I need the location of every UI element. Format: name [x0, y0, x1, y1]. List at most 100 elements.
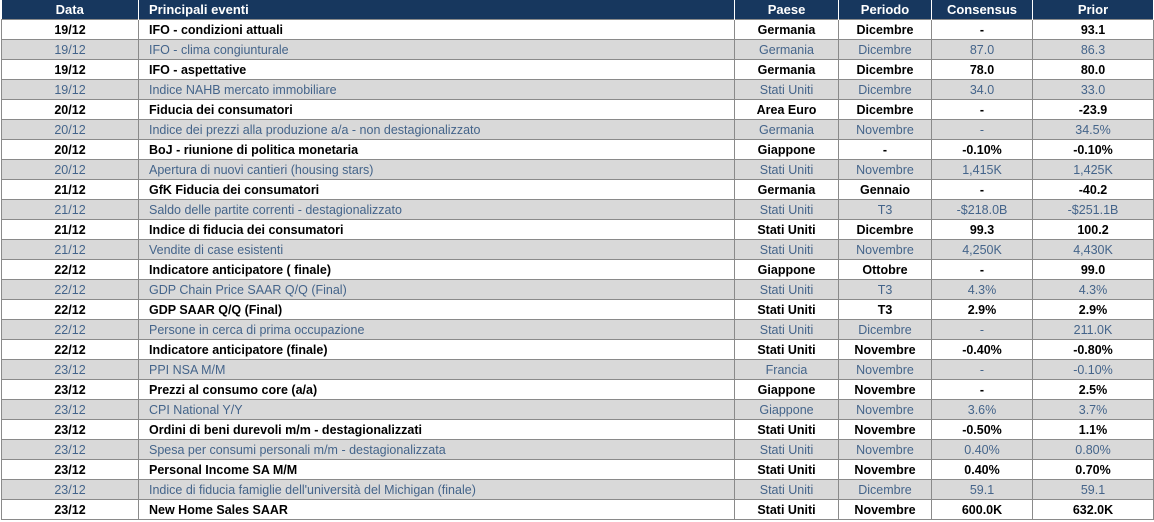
header-country: Paese — [734, 0, 839, 20]
cell-date: 23/12 — [1, 479, 139, 500]
cell-event: Prezzi al consumo core (a/a) — [138, 379, 735, 400]
table-row: 22/12 GDP Chain Price SAAR Q/Q (Final) Sta… — [1, 279, 1154, 300]
cell-prior: 93.1 — [1032, 19, 1154, 40]
cell-prior: 0.70% — [1032, 459, 1154, 480]
cell-date: 21/12 — [1, 179, 139, 200]
cell-prior: -23.9 — [1032, 99, 1154, 120]
cell-date: 20/12 — [1, 139, 139, 160]
cell-event: Apertura di nuovi cantieri (housing star… — [138, 159, 735, 180]
cell-country: Stati Uniti — [734, 279, 839, 300]
cell-country: Stati Uniti — [734, 439, 839, 460]
cell-event: Indicatore anticipatore (finale) — [138, 339, 735, 360]
cell-consensus: -0.10% — [931, 139, 1033, 160]
cell-consensus: 78.0 — [931, 59, 1033, 80]
cell-country: Germania — [734, 119, 839, 140]
cell-period: Ottobre — [838, 259, 932, 280]
cell-period: - — [838, 139, 932, 160]
cell-prior: -0.10% — [1032, 139, 1154, 160]
cell-date: 21/12 — [1, 219, 139, 240]
cell-period: Dicembre — [838, 79, 932, 100]
cell-date: 21/12 — [1, 239, 139, 260]
cell-date: 23/12 — [1, 439, 139, 460]
cell-date: 19/12 — [1, 19, 139, 40]
cell-consensus: - — [931, 379, 1033, 400]
cell-consensus: 59.1 — [931, 479, 1033, 500]
cell-period: Novembre — [838, 239, 932, 260]
cell-prior: -$251.1B — [1032, 199, 1154, 220]
cell-consensus: 99.3 — [931, 219, 1033, 240]
cell-period: Dicembre — [838, 39, 932, 60]
cell-country: Stati Uniti — [734, 219, 839, 240]
cell-period: Dicembre — [838, 219, 932, 240]
economic-calendar-table: Data Principali eventi Paese Periodo Con… — [1, 0, 1154, 520]
cell-period: T3 — [838, 299, 932, 320]
cell-event: Indicatore anticipatore ( finale) — [138, 259, 735, 280]
cell-country: Francia — [734, 359, 839, 380]
cell-event: IFO - clima congiunturale — [138, 39, 735, 60]
cell-prior: 33.0 — [1032, 79, 1154, 100]
cell-prior: 3.7% — [1032, 399, 1154, 420]
cell-date: 19/12 — [1, 59, 139, 80]
cell-prior: 34.5% — [1032, 119, 1154, 140]
cell-consensus: - — [931, 99, 1033, 120]
cell-event: GDP Chain Price SAAR Q/Q (Final) — [138, 279, 735, 300]
cell-consensus: 1,415K — [931, 159, 1033, 180]
cell-event: GfK Fiducia dei consumatori — [138, 179, 735, 200]
cell-date: 23/12 — [1, 459, 139, 480]
cell-country: Stati Uniti — [734, 79, 839, 100]
table-row: 22/12 Indicatore anticipatore ( finale) Gi… — [1, 259, 1154, 280]
table-row: 21/12 Vendite di case esistenti Stati Unit… — [1, 239, 1154, 260]
cell-period: Novembre — [838, 159, 932, 180]
cell-period: Novembre — [838, 439, 932, 460]
cell-event: Indice dei prezzi alla produzione a/a - … — [138, 119, 735, 140]
cell-date: 22/12 — [1, 259, 139, 280]
table-row: 22/12 Indicatore anticipatore (finale) Sta… — [1, 339, 1154, 360]
cell-period: Novembre — [838, 379, 932, 400]
header-date: Data — [1, 0, 139, 20]
cell-country: Giappone — [734, 379, 839, 400]
cell-prior: -0.10% — [1032, 359, 1154, 380]
table-row: 20/12 Fiducia dei consumatori Area Euro Dic… — [1, 99, 1154, 120]
cell-country: Stati Uniti — [734, 419, 839, 440]
cell-prior: -0.80% — [1032, 339, 1154, 360]
cell-prior: 59.1 — [1032, 479, 1154, 500]
cell-event: New Home Sales SAAR — [138, 499, 735, 520]
table-row: 23/12 Ordini di beni durevoli m/m - desta… — [1, 419, 1154, 440]
cell-event: Saldo delle partite correnti - destagion… — [138, 199, 735, 220]
cell-period: T3 — [838, 199, 932, 220]
table-row: 20/12 BoJ - riunione di politica monetari… — [1, 139, 1154, 160]
cell-period: Novembre — [838, 459, 932, 480]
cell-country: Stati Uniti — [734, 319, 839, 340]
cell-event: PPI NSA M/M — [138, 359, 735, 380]
cell-country: Giappone — [734, 139, 839, 160]
cell-date: 19/12 — [1, 79, 139, 100]
table-row: 23/12 CPI National Y/Y Giappone Novembre 3.6… — [1, 399, 1154, 420]
cell-prior: 211.0K — [1032, 319, 1154, 340]
cell-period: Gennaio — [838, 179, 932, 200]
cell-prior: 2.5% — [1032, 379, 1154, 400]
table-row: 21/12 Indice di fiducia dei consumatori St… — [1, 219, 1154, 240]
cell-date: 22/12 — [1, 279, 139, 300]
table-header: Data Principali eventi Paese Periodo Con… — [1, 0, 1154, 20]
cell-event: CPI National Y/Y — [138, 399, 735, 420]
cell-consensus: - — [931, 359, 1033, 380]
table-row: 21/12 Saldo delle partite correnti - dest… — [1, 199, 1154, 220]
table-body: 19/12 IFO - condizioni attuali Germania Dic… — [1, 19, 1154, 520]
cell-period: Novembre — [838, 339, 932, 360]
cell-period: Novembre — [838, 419, 932, 440]
cell-period: Dicembre — [838, 59, 932, 80]
cell-country: Stati Uniti — [734, 159, 839, 180]
cell-consensus: 3.6% — [931, 399, 1033, 420]
cell-consensus: 34.0 — [931, 79, 1033, 100]
cell-date: 21/12 — [1, 199, 139, 220]
cell-date: 23/12 — [1, 379, 139, 400]
cell-date: 23/12 — [1, 419, 139, 440]
table-row: 22/12 Persone in cerca di prima occupazio… — [1, 319, 1154, 340]
cell-country: Germania — [734, 19, 839, 40]
cell-prior: 1,425K — [1032, 159, 1154, 180]
table-row: 23/12 PPI NSA M/M Francia Novembre - -0.10% — [1, 359, 1154, 380]
header-period: Periodo — [838, 0, 932, 20]
cell-prior: 632.0K — [1032, 499, 1154, 520]
cell-country: Giappone — [734, 259, 839, 280]
table-row: 23/12 Personal Income SA M/M Stati Uniti No… — [1, 459, 1154, 480]
